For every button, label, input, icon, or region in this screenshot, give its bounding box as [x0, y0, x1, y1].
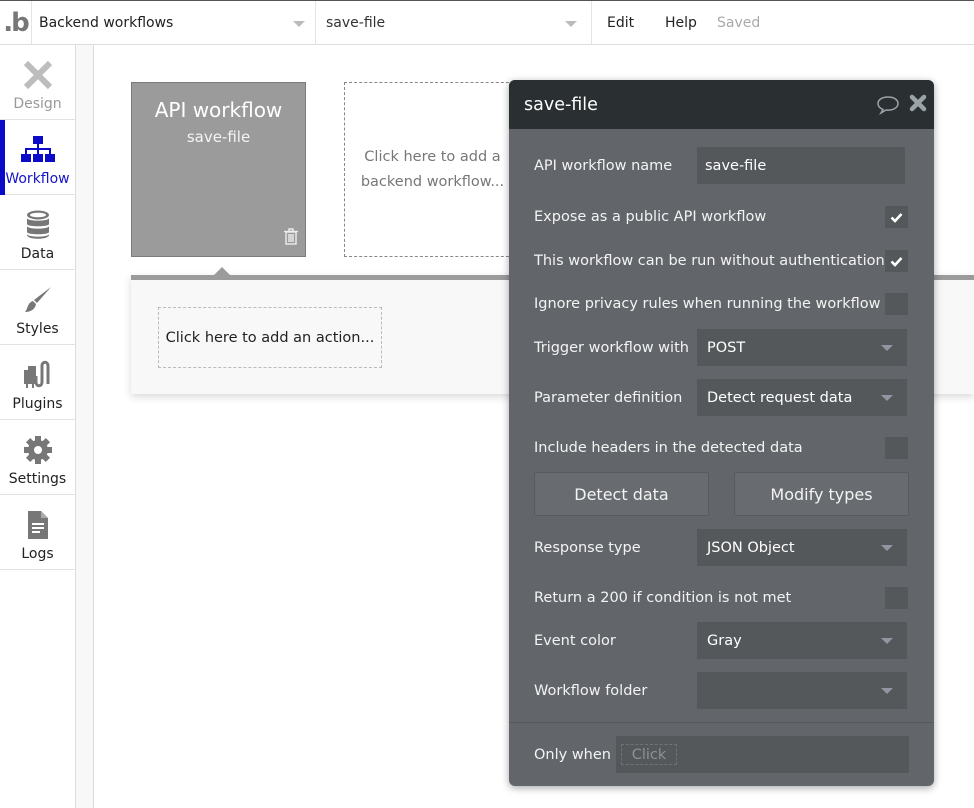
trigger-method-dropdown[interactable]: POST [697, 329, 907, 366]
workflow-icon [20, 133, 55, 167]
sidebar-label: Logs [21, 546, 54, 562]
chevron-down-icon [881, 345, 893, 351]
response-type-dropdown[interactable]: JSON Object [697, 529, 907, 566]
include-headers-row: Include headers in the detected data [534, 437, 908, 459]
sidebar-item-workflow[interactable]: Workflow [0, 120, 75, 195]
include-headers-label: Include headers in the detected data [534, 440, 803, 456]
sidebar-label: Settings [8, 471, 67, 487]
plug-icon [21, 358, 55, 392]
editor-header: save-file [509, 80, 934, 129]
trigger-method-value: POST [707, 339, 746, 356]
workflow-card-title: API workflow [154, 98, 283, 122]
ignore-privacy-label: Ignore privacy rules when running the wo… [534, 296, 881, 312]
panel-pointer [214, 267, 230, 275]
sidebar-label: Data [20, 246, 55, 262]
only-when-condition-field[interactable]: Click [616, 736, 909, 773]
workflow-selector-value: save-file [326, 15, 386, 31]
bubble-logo[interactable]: .b [0, 1, 32, 45]
only-when-label: Only when [534, 746, 611, 763]
no-auth-label: This workflow can be run without authent… [534, 253, 885, 269]
top-bar: .b Backend workflows save-file Edit Help… [0, 0, 974, 45]
chevron-down-icon [881, 395, 893, 401]
sidebar-item-settings[interactable]: Settings [0, 420, 75, 495]
page-selector-dropdown[interactable]: Backend workflows [32, 1, 316, 45]
checkmark-icon [890, 256, 903, 267]
sidebar-item-design[interactable]: Design [0, 45, 75, 120]
workflow-selector-dropdown[interactable]: save-file [316, 1, 592, 45]
sidebar-item-plugins[interactable]: Plugins [0, 345, 75, 420]
save-status: Saved [717, 15, 761, 31]
detect-data-button[interactable]: Detect data [534, 472, 709, 516]
no-auth-row: This workflow can be run without authent… [534, 250, 908, 272]
workflow-name-input[interactable]: save-file [697, 147, 905, 184]
canvas-gutter [76, 45, 94, 808]
chevron-down-icon [881, 688, 893, 694]
event-color-dropdown[interactable]: Gray [697, 622, 907, 659]
parameter-definition-dropdown[interactable]: Detect request data [697, 379, 907, 416]
add-action-placeholder[interactable]: Click here to add an action... [158, 307, 382, 368]
api-workflow-card[interactable]: API workflow save-file [131, 82, 306, 257]
ignore-privacy-row: Ignore privacy rules when running the wo… [534, 293, 908, 315]
brush-icon [21, 283, 55, 317]
workflow-folder-dropdown[interactable] [697, 672, 907, 709]
expose-public-label: Expose as a public API workflow [534, 209, 767, 225]
design-icon [21, 58, 55, 92]
sidebar-item-data[interactable]: Data [0, 195, 75, 270]
help-menu[interactable]: Help [665, 1, 697, 45]
document-icon [21, 508, 55, 542]
event-color-value: Gray [707, 632, 742, 649]
chevron-down-icon [565, 21, 577, 27]
edit-menu[interactable]: Edit [607, 1, 634, 45]
modify-types-button[interactable]: Modify types [734, 472, 909, 516]
response-type-value: JSON Object [707, 539, 795, 556]
sidebar-label: Plugins [12, 396, 63, 412]
expose-public-checkbox[interactable] [885, 206, 908, 228]
editor-title: save-file [524, 94, 598, 115]
only-when-placeholder[interactable]: Click [621, 744, 677, 765]
sidebar-item-styles[interactable]: Styles [0, 270, 75, 345]
no-auth-checkbox[interactable] [885, 250, 908, 272]
chevron-down-icon [881, 638, 893, 644]
return-200-row: Return a 200 if condition is not met [534, 587, 908, 609]
ignore-privacy-checkbox[interactable] [885, 293, 908, 315]
chevron-down-icon [881, 545, 893, 551]
close-icon[interactable] [909, 94, 927, 117]
expose-public-row: Expose as a public API workflow [534, 206, 908, 228]
parameter-definition-value: Detect request data [707, 389, 853, 406]
sidebar: Design Workflow Data Styles Plugins Sett… [0, 45, 76, 808]
sidebar-label: Styles [16, 321, 59, 337]
editor-divider [509, 722, 934, 723]
workflow-property-editor: save-file API workflow name save-file Ex… [509, 80, 934, 786]
include-headers-checkbox[interactable] [885, 437, 908, 459]
trash-icon[interactable] [284, 228, 298, 249]
add-backend-workflow-placeholder[interactable]: Click here to add a backend workflow... [344, 82, 519, 257]
workflow-card-name: save-file [186, 128, 251, 146]
sidebar-item-logs[interactable]: Logs [0, 495, 75, 570]
gear-icon [21, 433, 55, 467]
sidebar-label: Workflow [5, 171, 70, 187]
checkmark-icon [890, 212, 903, 223]
comment-icon[interactable] [876, 95, 900, 120]
return-200-checkbox[interactable] [885, 587, 908, 609]
return-200-label: Return a 200 if condition is not met [534, 590, 792, 606]
database-icon [21, 208, 55, 242]
chevron-down-icon [293, 21, 305, 27]
page-selector-value: Backend workflows [39, 15, 174, 31]
sidebar-label: Design [13, 96, 62, 112]
